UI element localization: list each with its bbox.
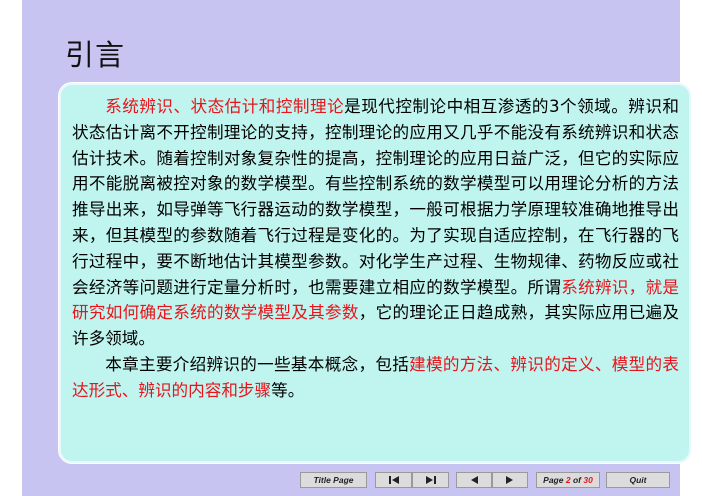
- page-prefix: Page: [543, 475, 564, 485]
- page-current: 2: [565, 475, 571, 485]
- title-page-button[interactable]: Title Page: [300, 472, 367, 488]
- previous-icon: [471, 476, 478, 484]
- last-page-button[interactable]: [412, 472, 449, 488]
- navigation-bar: Title Page Page 2 of 30 Quit: [300, 472, 670, 488]
- page-indicator: Page 2 of 30: [536, 472, 600, 488]
- text-span: 是现代控制论中相互渗透的3个领域。辨识和状态估计离不开控制理论的支持，控制理论的…: [72, 97, 680, 297]
- paragraph-2: 本章主要介绍辨识的一些基本概念，包括建模的方法、辨识的定义、模型的表达形式、辨识…: [72, 352, 679, 404]
- text-span: 系统辨识、状态估计和控制理论: [105, 97, 345, 116]
- previous-page-button[interactable]: [456, 472, 492, 488]
- page-total: 30: [583, 475, 593, 485]
- paragraph-1: 系统辨识、状态估计和控制理论是现代控制论中相互渗透的3个领域。辨识和状态估计离不…: [72, 94, 679, 352]
- slide: 引言 系统辨识、状态估计和控制理论是现代控制论中相互渗透的3个领域。辨识和状态估…: [22, 0, 692, 496]
- quit-button[interactable]: Quit: [606, 472, 670, 488]
- skip-to-first-icon: [388, 476, 399, 484]
- quit-label: Quit: [629, 475, 647, 485]
- title-page-label: Title Page: [313, 475, 354, 485]
- first-page-button[interactable]: [375, 472, 412, 488]
- page-of: of: [572, 475, 581, 485]
- text-span: 等。: [271, 380, 305, 400]
- skip-to-last-icon: [425, 476, 436, 484]
- slide-title: 引言: [65, 38, 126, 72]
- content-box: 系统辨识、状态估计和控制理论是现代控制论中相互渗透的3个领域。辨识和状态估计离不…: [58, 82, 692, 464]
- next-icon: [506, 476, 513, 484]
- text-span: 本章主要介绍辨识的一些基本概念，包括: [105, 354, 410, 374]
- next-page-button[interactable]: [492, 472, 528, 488]
